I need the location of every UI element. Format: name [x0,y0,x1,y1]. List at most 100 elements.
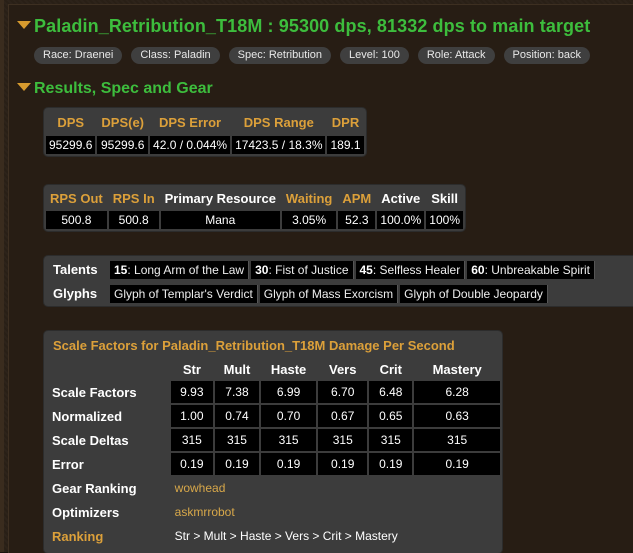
err-mastery: 0.19 [414,453,500,475]
pill-level: Level: 100 [340,47,409,64]
val-apm: 52.3 [338,211,376,229]
col-active: Active [381,190,421,206]
sf-str: 9.93 [170,381,214,403]
norm-haste: 0.70 [260,405,317,427]
err-str: 0.19 [170,453,214,475]
val-waiting: 3.05% [281,211,337,229]
talent-30[interactable]: 30: Fist of Justice [251,261,354,279]
row-scale-factors: Scale Factors 9.93 7.38 6.99 6.70 6.48 6… [52,381,500,403]
col-primary-resource: Primary Resource [164,190,276,206]
val-skill: 100% [426,211,463,229]
scale-factors-title: Scale Factors for Paladin_Retribution_T1… [53,338,455,353]
col-rps-in: RPS In [112,190,155,206]
val-primary-resource: Mana [160,211,280,229]
val-rps-out: 500.8 [46,211,107,229]
norm-crit: 0.65 [369,405,413,427]
col-vers: Vers [328,361,357,377]
delta-vers: 315 [318,429,368,451]
report-panel: Paladin_Retribution_T18M : 95300 dps, 81… [8,4,633,553]
val-dps-range: 17423.5 / 18.3% [232,136,326,154]
glyph-templars-verdict[interactable]: Glyph of Templar's Verdict [110,285,258,303]
row-label: Optimizers [52,504,120,520]
talent-15[interactable]: 15: Long Arm of the Law [110,261,250,279]
norm-vers: 0.67 [318,405,368,427]
delta-haste: 315 [260,429,317,451]
col-dps-range: DPS Range [243,114,314,130]
col-str: Str [182,361,201,377]
scale-factors-box: Scale Factors for Paladin_Retribution_T1… [44,331,502,553]
talents-glyphs-box: Talents 15: Long Arm of the Law 30: Fist … [44,256,633,306]
row-label: Error [52,456,84,472]
col-dps: DPS [57,114,85,130]
talents-list: 15: Long Arm of the Law 30: Fist of Justi… [110,261,597,279]
val-rps-in: 500.8 [108,211,159,229]
glyph-mass-exorcism[interactable]: Glyph of Mass Exorcism [259,285,399,303]
sf-haste: 6.99 [260,381,317,403]
row-label: Gear Ranking [52,480,137,496]
col-mastery: Mastery [432,361,482,377]
col-dps-e: DPS(e) [101,114,145,130]
err-crit: 0.19 [369,453,413,475]
glyphs-list: Glyph of Templar's Verdict Glyph of Mass … [110,285,550,303]
talent-60[interactable]: 60: Unbreakable Spirit [467,261,595,279]
collapse-triangle-icon[interactable] [17,21,31,30]
col-crit: Crit [379,361,402,377]
talent-45[interactable]: 45: Selfless Healer [355,261,466,279]
askmrrobot-link[interactable]: askmrrobot [171,501,500,523]
row-label: Ranking [52,528,104,544]
row-label: Normalized [52,408,123,424]
pill-race: Race: Draenei [34,47,123,64]
row-normalized: Normalized 1.00 0.74 0.70 0.67 0.65 0.63 [52,405,500,427]
wowhead-link[interactable]: wowhead [171,477,500,499]
val-dps-e: 95299.6 [97,136,149,154]
row-error: Error 0.19 0.19 0.19 0.19 0.19 0.19 [52,453,500,475]
col-skill: Skill [431,190,459,206]
row-label: Scale Factors [52,384,137,400]
col-dpr: DPR [331,114,360,130]
row-optimizers: Optimizers askmrrobot [52,501,500,523]
col-haste: Haste [270,361,307,377]
glyph-double-jeopardy[interactable]: Glyph of Double Jeopardy [400,285,548,303]
dps-table: DPS DPS(e) DPS Error DPS Range DPR 95299… [44,108,366,156]
pill-class: Class: Paladin [131,47,220,64]
col-dps-error: DPS Error [158,114,222,130]
norm-mastery: 0.63 [414,405,500,427]
col-waiting: Waiting [285,190,333,206]
delta-crit: 315 [369,429,413,451]
col-mult: Mult [223,361,251,377]
row-gear-ranking: Gear Ranking wowhead [52,477,500,499]
pill-spec: Spec: Retribution [228,47,332,64]
player-header[interactable]: Paladin_Retribution_T18M : 95300 dps, 81… [17,16,590,37]
pill-position: Position: back [503,47,590,64]
talents-label: Talents [53,262,98,277]
player-info-pills: Race: Draenei Class: Paladin Spec: Retribu… [34,45,599,64]
err-haste: 0.19 [260,453,317,475]
resource-table: RPS Out RPS In Primary Resource Waiting … [44,185,465,231]
val-active: 100.0% [377,211,425,229]
resource-table-box: RPS Out RPS In Primary Resource Waiting … [44,185,465,231]
player-title: Paladin_Retribution_T18M : 95300 dps, 81… [34,16,591,36]
col-rps-out: RPS Out [50,190,103,206]
results-section-header[interactable]: Results, Spec and Gear [17,80,213,98]
sf-vers: 6.70 [318,381,368,403]
val-dps-error: 42.0 / 0.044% [150,136,231,154]
corner-header [52,359,169,379]
scale-factors-table: Str Mult Haste Vers Crit Mastery Scale F… [50,357,502,549]
err-vers: 0.19 [318,453,368,475]
sf-mastery: 6.28 [414,381,500,403]
val-dpr: 189.1 [327,136,364,154]
norm-str: 1.00 [170,405,214,427]
row-label: Scale Deltas [52,432,129,448]
row-scale-deltas: Scale Deltas 315 315 315 315 315 315 [52,429,500,451]
delta-mult: 315 [215,429,259,451]
err-mult: 0.19 [215,453,259,475]
pill-role: Role: Attack [417,47,495,64]
val-dps: 95299.6 [46,136,96,154]
delta-mastery: 315 [414,429,500,451]
glyphs-label: Glyphs [53,286,98,301]
row-ranking: Ranking Str > Mult > Haste > Vers > Crit… [52,525,500,547]
sf-mult: 7.38 [215,381,259,403]
sf-crit: 6.48 [369,381,413,403]
collapse-triangle-icon[interactable] [17,82,31,91]
delta-str: 315 [170,429,214,451]
